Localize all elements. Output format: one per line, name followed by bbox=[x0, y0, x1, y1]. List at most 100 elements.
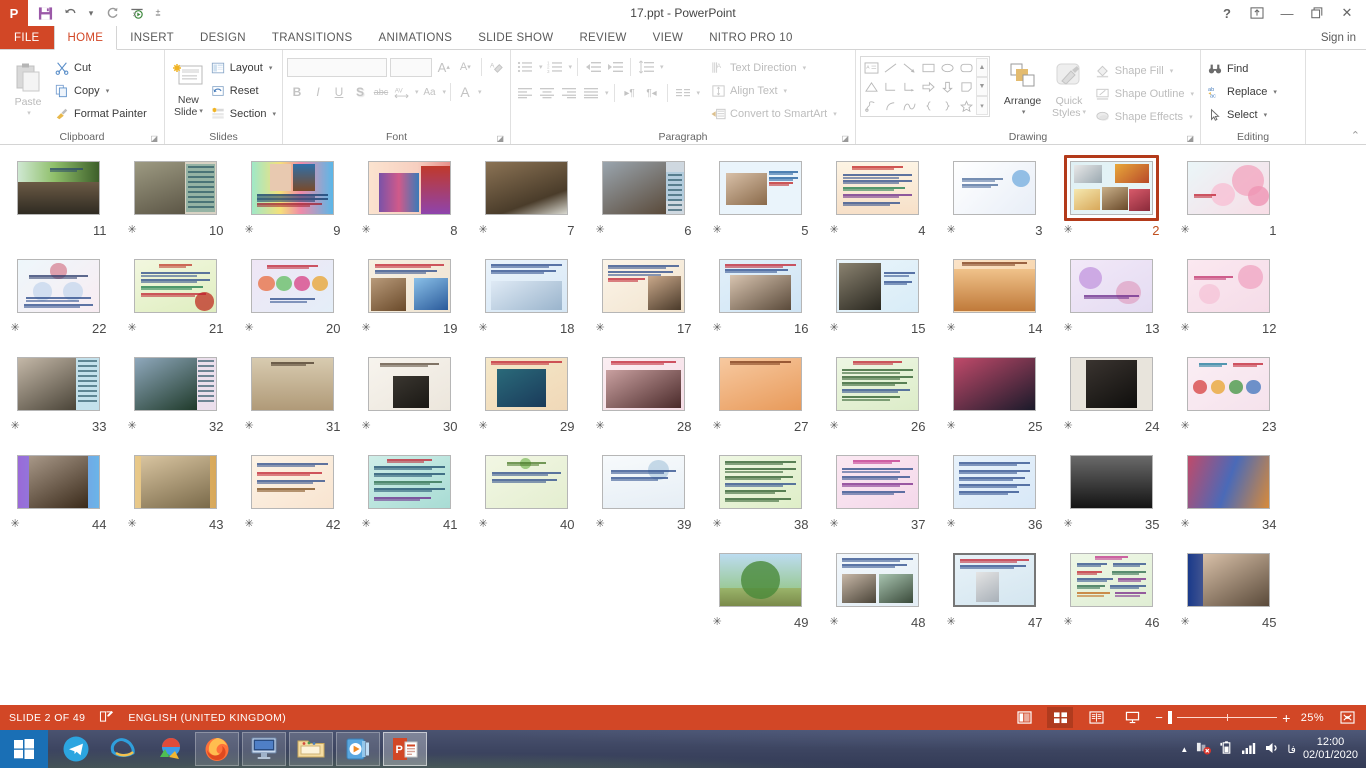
shape-folded-corner-icon[interactable] bbox=[957, 77, 976, 96]
slide-preview-image[interactable] bbox=[1187, 357, 1270, 411]
zoom-slider-track[interactable] bbox=[1177, 717, 1277, 718]
slide-thumbnail-frame[interactable] bbox=[479, 449, 574, 515]
slide-preview-image[interactable] bbox=[1187, 161, 1270, 215]
slide-thumbnail-frame[interactable] bbox=[1064, 351, 1159, 417]
slide-thumbnail-frame[interactable] bbox=[128, 155, 223, 221]
slide-animation-star-icon[interactable]: ✳ bbox=[11, 519, 20, 530]
slide-animation-star-icon[interactable]: ✳ bbox=[245, 225, 254, 236]
slide-thumbnail-frame[interactable] bbox=[830, 449, 925, 515]
text-direction-dropdown-icon[interactable]: ▾ bbox=[803, 64, 807, 72]
slide-thumbnail-22[interactable]: ✳22 bbox=[0, 253, 117, 351]
undo-icon[interactable] bbox=[59, 2, 81, 24]
section-dropdown-icon[interactable]: ▾ bbox=[272, 110, 276, 118]
slide-animation-star-icon[interactable]: ✳ bbox=[11, 323, 20, 334]
slide-thumbnail-frame[interactable] bbox=[596, 351, 691, 417]
zoom-out-button[interactable]: − bbox=[1155, 710, 1163, 725]
slide-preview-image[interactable] bbox=[368, 455, 451, 509]
shapes-gallery-scrollbar[interactable]: ▲ ▼ ▾ bbox=[976, 58, 988, 115]
slide-thumbnail-47[interactable]: ✳47 bbox=[936, 547, 1053, 645]
line-spacing-dropdown-icon[interactable]: ▾ bbox=[660, 63, 664, 71]
slide-animation-star-icon[interactable]: ✳ bbox=[1064, 519, 1073, 530]
slide-thumbnail-18[interactable]: ✳18 bbox=[468, 253, 585, 351]
new-slide-dropdown-icon[interactable]: ▾ bbox=[199, 106, 203, 118]
slide-thumbnail-17[interactable]: ✳17 bbox=[585, 253, 702, 351]
slide-thumbnail-38[interactable]: ✳38 bbox=[702, 449, 819, 547]
slide-animation-star-icon[interactable]: ✳ bbox=[128, 225, 137, 236]
tab-insert[interactable]: INSERT bbox=[117, 26, 187, 49]
slide-animation-star-icon[interactable]: ✳ bbox=[830, 519, 839, 530]
slide-thumbnail-46[interactable]: ✳46 bbox=[1053, 547, 1170, 645]
slide-preview-image[interactable] bbox=[953, 161, 1036, 215]
slide-animation-star-icon[interactable]: ✳ bbox=[479, 225, 488, 236]
change-case-button[interactable]: Aa bbox=[420, 82, 440, 102]
slide-thumbnail-frame[interactable] bbox=[362, 155, 457, 221]
media-player-icon[interactable] bbox=[336, 732, 380, 766]
align-text-button[interactable]: Align Text ▾ bbox=[708, 79, 839, 102]
redo-icon[interactable] bbox=[101, 2, 123, 24]
slide-thumbnail-31[interactable]: ✳31 bbox=[234, 351, 351, 449]
slide-thumbnail-8[interactable]: ✳8 bbox=[351, 155, 468, 253]
slide-animation-star-icon[interactable]: ✳ bbox=[713, 225, 722, 236]
slide-preview-image[interactable] bbox=[251, 161, 334, 215]
slide-animation-star-icon[interactable]: ✳ bbox=[245, 519, 254, 530]
slide-thumbnail-frame[interactable] bbox=[713, 253, 808, 319]
network-disconnected-icon[interactable] bbox=[1195, 740, 1212, 758]
drawing-dialog-launcher[interactable]: ◪ bbox=[1186, 134, 1194, 143]
shape-down-arrow-icon[interactable] bbox=[938, 77, 957, 96]
shape-fill-button[interactable]: Shape Fill ▾ bbox=[1093, 59, 1196, 82]
slide-preview-image[interactable] bbox=[719, 161, 802, 215]
slide-thumbnail-33[interactable]: ✳33 bbox=[0, 351, 117, 449]
quick-styles-dropdown-icon[interactable]: ▾ bbox=[1083, 107, 1087, 119]
slide-thumbnail-frame[interactable] bbox=[362, 253, 457, 319]
slide-animation-star-icon[interactable]: ✳ bbox=[1181, 225, 1190, 236]
slide-animation-star-icon[interactable]: ✳ bbox=[830, 617, 839, 628]
slide-preview-image[interactable] bbox=[134, 259, 217, 313]
slide-preview-image[interactable] bbox=[368, 357, 451, 411]
shape-triangle-icon[interactable] bbox=[862, 77, 881, 96]
tab-transitions[interactable]: TRANSITIONS bbox=[259, 26, 366, 49]
signal-icon[interactable] bbox=[1241, 741, 1257, 758]
slide-preview-image[interactable] bbox=[17, 259, 100, 313]
select-dropdown-icon[interactable]: ▾ bbox=[1264, 111, 1268, 119]
slide-animation-star-icon[interactable]: ✳ bbox=[128, 323, 137, 334]
decrease-font-size-button[interactable]: A▾ bbox=[456, 57, 475, 77]
replace-button[interactable]: abac Replace ▾ bbox=[1205, 80, 1279, 103]
slide-thumbnail-frame[interactable] bbox=[830, 253, 925, 319]
firefox-icon[interactable] bbox=[195, 732, 239, 766]
slide-preview-image[interactable] bbox=[953, 259, 1036, 313]
ribbon-display-options-button[interactable] bbox=[1242, 1, 1272, 25]
slide-thumbnail-6[interactable]: ✳6 bbox=[585, 155, 702, 253]
slide-thumbnail-15[interactable]: ✳15 bbox=[819, 253, 936, 351]
zoom-in-button[interactable]: + bbox=[1282, 710, 1291, 726]
slide-thumbnail-frame[interactable] bbox=[713, 547, 808, 613]
shape-oval-icon[interactable] bbox=[938, 58, 957, 77]
fit-slide-to-window-button[interactable] bbox=[1334, 707, 1360, 728]
slide-preview-image[interactable] bbox=[134, 357, 217, 411]
slide-thumbnail-19[interactable]: ✳19 bbox=[351, 253, 468, 351]
font-color-dropdown-icon[interactable]: ▾ bbox=[478, 88, 482, 96]
slide-thumbnail-frame[interactable] bbox=[1064, 253, 1159, 319]
slide-thumbnail-5[interactable]: ✳5 bbox=[702, 155, 819, 253]
strikethrough-button[interactable]: abc bbox=[371, 82, 391, 102]
slide-thumbnail-frame[interactable] bbox=[479, 253, 574, 319]
zoom-level-label[interactable]: 25% bbox=[1301, 712, 1324, 724]
slide-thumbnail-frame[interactable] bbox=[1064, 547, 1159, 613]
paste-button[interactable]: Paste ▾ bbox=[4, 57, 52, 120]
slide-thumbnail-42[interactable]: ✳42 bbox=[234, 449, 351, 547]
slide-thumbnail-frame[interactable] bbox=[479, 351, 574, 417]
tab-design[interactable]: DESIGN bbox=[187, 26, 259, 49]
slide-thumbnail-43[interactable]: ✳43 bbox=[117, 449, 234, 547]
slide-thumbnail-frame[interactable] bbox=[1181, 449, 1276, 515]
slide-thumbnail-frame[interactable] bbox=[245, 351, 340, 417]
slide-thumbnail-21[interactable]: ✳21 bbox=[117, 253, 234, 351]
slide-preview-image[interactable] bbox=[134, 161, 217, 215]
slide-thumbnail-frame[interactable] bbox=[596, 449, 691, 515]
slide-animation-star-icon[interactable]: ✳ bbox=[479, 519, 488, 530]
select-button[interactable]: Select ▾ bbox=[1205, 103, 1279, 126]
font-name-combo[interactable] bbox=[287, 58, 387, 77]
justify-button[interactable] bbox=[581, 83, 601, 103]
slide-thumbnail-2[interactable]: ✳2 bbox=[1053, 155, 1170, 253]
tab-home[interactable]: HOME bbox=[54, 26, 118, 50]
slide-preview-image[interactable] bbox=[17, 455, 100, 509]
slide-animation-star-icon[interactable]: ✳ bbox=[713, 421, 722, 432]
